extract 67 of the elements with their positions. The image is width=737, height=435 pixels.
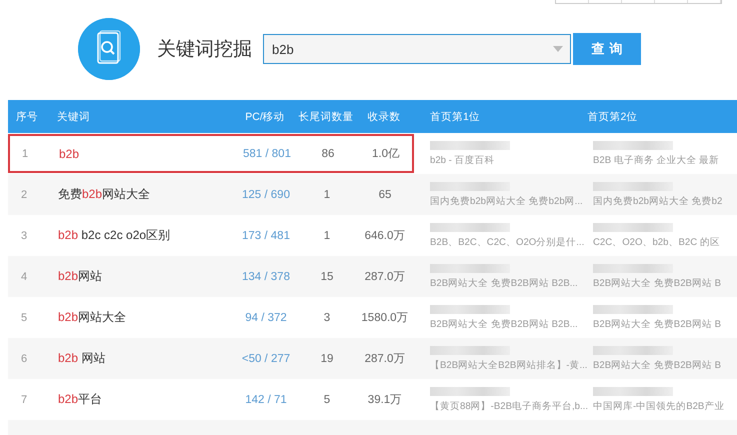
pc-mobile-value: 94 / 372 [244, 312, 288, 324]
table-row[interactable]: 2 免费b2b网站大全 125 / 690 1 65 [8, 175, 414, 214]
keyword-text[interactable]: 免费b2b网站大全 [58, 186, 233, 203]
pc-mobile-value: 134 / 378 [241, 270, 291, 282]
long-tail-count: 1 [322, 230, 332, 242]
result-snippet: 【B2B网站大全B2B网站排名】-黄... [430, 358, 588, 372]
keyword-text[interactable]: b2b b2c c2c o2o区别 [58, 227, 233, 244]
long-tail-count: 1 [322, 188, 332, 200]
long-tail-count: 15 [320, 270, 334, 282]
result-snippet: B2B 电子商务 企业大全 最新 [593, 154, 720, 166]
table-row[interactable]: 7 b2b平台 142 / 71 5 39.1万 [8, 380, 414, 419]
keyword-text[interactable]: b2b网站大全 [58, 309, 233, 326]
result-snippet: B2B网站大全 免费B2B网站 B [593, 318, 721, 330]
column-header: 长尾词数量 [298, 110, 354, 124]
result-snippet: B2B网站大全 免费B2B网站 B2B... [430, 318, 578, 330]
row-number: 5 [20, 312, 28, 324]
result-snippet: B2B网站大全 免费B2B网站 B2B... [430, 276, 578, 290]
result-snippet: C2C、O2O、b2b、B2C 的区 [593, 236, 720, 248]
result-snippet: 国内免费b2b网站大全 免费b2b网... [430, 194, 583, 208]
indexed-count: 65 [378, 188, 392, 200]
row-number: 4 [20, 270, 28, 282]
search-field[interactable]: b2b [263, 34, 571, 64]
indexed-count: 39.1万 [366, 393, 404, 407]
column-header: 首页第2位 [586, 110, 638, 124]
page-title: 关键词挖掘 [157, 38, 249, 62]
pc-mobile-value: 581 / 801 [242, 148, 292, 160]
pc-mobile-value: 125 / 690 [241, 188, 291, 200]
row-number: 6 [20, 352, 28, 364]
table-row[interactable]: 4 b2b网站 134 / 378 15 287.0万 [8, 257, 414, 296]
table-row[interactable]: 3 b2b b2c c2c o2o区别 173 / 481 1 646.0万 [8, 216, 414, 255]
long-tail-count: 5 [322, 394, 332, 406]
table-row[interactable]: 5 b2b网站大全 94 / 372 3 1580.0万 [8, 298, 414, 337]
column-header: 收录数 [366, 110, 402, 124]
result-snippet: 国内免费b2b网站大全 免费b2 [593, 194, 722, 208]
long-tail-count: 19 [320, 352, 334, 364]
row-number: 2 [20, 188, 28, 200]
indexed-count: 1.0亿 [371, 147, 401, 161]
pc-mobile-value: <50 / 277 [240, 352, 292, 364]
column-header: 关键词 [57, 110, 91, 124]
indexed-count: 646.0万 [364, 229, 406, 243]
keyword-text[interactable]: b2b [59, 146, 234, 160]
document-search-icon [78, 18, 140, 80]
long-tail-count: 86 [320, 148, 336, 160]
keyword-text[interactable]: b2b网站 [58, 268, 233, 285]
keyword-text[interactable]: b2b 网站 [58, 350, 233, 367]
row-number: 3 [20, 230, 28, 242]
result-snippet: 【黄页88网】-B2B电子商务平台,b... [430, 400, 588, 412]
column-header: PC/移动 [244, 110, 286, 124]
column-header: 首页第1位 [429, 110, 481, 124]
long-tail-count: 3 [322, 312, 332, 324]
row-number: 7 [20, 394, 28, 406]
table-row[interactable]: 1 b2b 581 / 801 86 1.0亿 [8, 134, 414, 173]
pc-mobile-value: 173 / 481 [241, 230, 291, 242]
indexed-count: 287.0万 [364, 270, 406, 284]
table-row[interactable]: 6 b2b 网站 <50 / 277 19 287.0万 [8, 339, 414, 378]
result-snippet: B2B网站大全 免费B2B网站 B [593, 358, 721, 372]
pc-mobile-value: 142 / 71 [244, 394, 288, 406]
indexed-count: 1580.0万 [360, 311, 410, 325]
indexed-count: 287.0万 [364, 352, 406, 366]
result-snippet: 中国网库-中国领先的B2B产业 [593, 400, 724, 412]
keyword-text[interactable]: b2b平台 [58, 391, 233, 408]
column-header: 序号 [15, 110, 39, 124]
row-number: 1 [21, 148, 30, 160]
result-snippet: B2B、B2C、C2C、O2O分别是什... [430, 236, 584, 248]
dropdown-caret-icon[interactable] [553, 46, 563, 52]
result-snippet: b2b - 百度百科 [430, 154, 495, 166]
result-snippet: B2B网站大全 免费B2B网站 B [593, 276, 721, 290]
